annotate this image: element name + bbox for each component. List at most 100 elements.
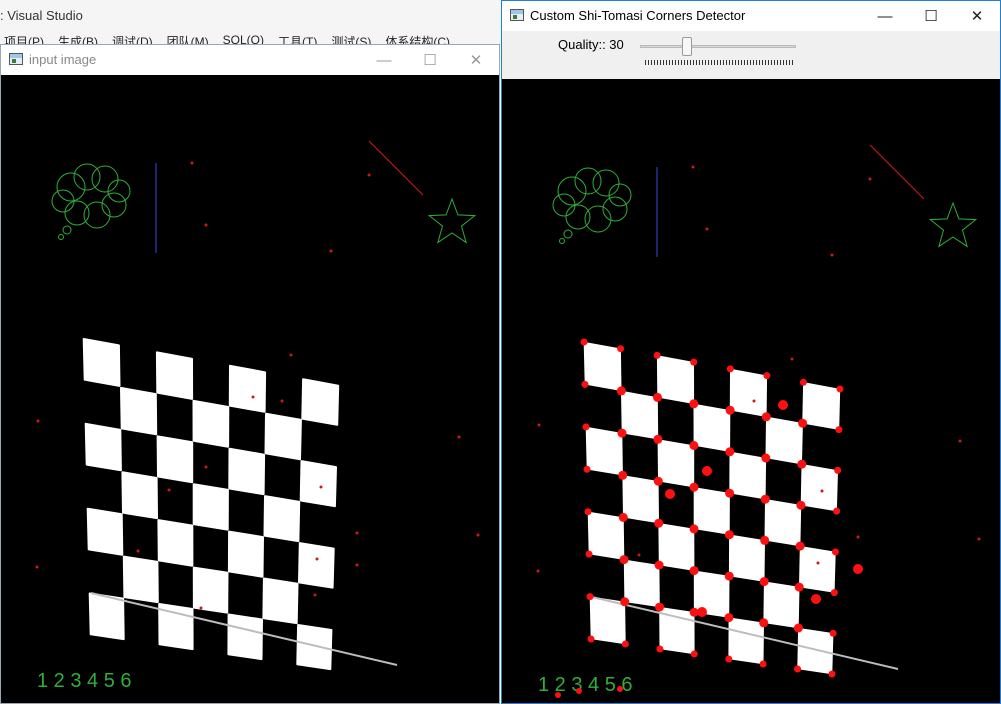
checker-square — [658, 523, 695, 571]
corner-marker — [724, 571, 734, 581]
maximize-icon[interactable]: ☐ — [908, 1, 954, 31]
checker-square — [764, 499, 802, 547]
board-noise-dot — [752, 399, 756, 403]
corners-detector-titlebar[interactable]: Custom Shi-Tomasi Corners Detector — ☐ ✕ — [502, 1, 1000, 31]
corner-marker — [617, 428, 627, 438]
star-shape — [427, 197, 477, 244]
cloud-lobe — [565, 204, 591, 230]
close-icon[interactable]: ✕ — [453, 45, 499, 75]
checkerboard — [82, 338, 340, 671]
noise-dot — [457, 435, 461, 439]
corner-marker — [725, 405, 735, 415]
noise-dot — [705, 227, 709, 231]
corner-marker — [618, 470, 628, 480]
checker-square — [228, 447, 266, 496]
corner-marker — [689, 441, 699, 450]
cloud-lobe — [557, 176, 587, 206]
checker-square — [728, 617, 764, 665]
scene: 1 2 3 4 5 6 A B C D E — [35, 140, 480, 704]
cloud-bubble — [62, 225, 72, 235]
maximize-icon[interactable]: ☐ — [407, 45, 453, 75]
close-icon[interactable]: ✕ — [954, 1, 1000, 31]
corner-marker — [654, 560, 664, 570]
corner-marker — [617, 345, 625, 353]
noise-dot — [958, 439, 962, 443]
cloud-shape — [51, 163, 131, 240]
corner-marker — [833, 507, 841, 515]
corner-marker — [759, 660, 767, 668]
checker-square — [693, 487, 730, 535]
window-title: Custom Shi-Tomasi Corners Detector — [530, 8, 746, 23]
minimize-icon[interactable]: — — [361, 45, 407, 75]
red-line — [869, 144, 925, 200]
board-noise-dot — [313, 593, 317, 597]
corner-marker — [621, 640, 629, 648]
corner-marker — [689, 566, 699, 576]
quality-slider-track[interactable] — [640, 45, 796, 48]
corner-marker — [724, 530, 734, 540]
detector-image-render: 1 2 3 4 5 6A B C D E — [536, 144, 981, 698]
corner-marker — [619, 555, 629, 565]
checker-square — [656, 355, 695, 404]
corner-marker-large — [697, 607, 707, 617]
noise-dot — [35, 565, 39, 569]
noise-dot — [190, 161, 194, 165]
corner-marker — [724, 613, 734, 623]
board-noise-dot — [251, 395, 255, 399]
noise-dot — [36, 419, 40, 423]
digits-text: 1 2 3 4 5 6 — [37, 670, 132, 692]
checker-square — [693, 403, 731, 452]
corner-marker — [834, 466, 842, 474]
corner-marker — [616, 386, 626, 396]
board-noise-dot — [204, 465, 208, 469]
corner-marker — [584, 508, 592, 516]
corner-marker-large — [853, 564, 863, 574]
checker-square — [729, 451, 767, 500]
checker-square — [84, 422, 122, 472]
checker-square — [157, 519, 194, 567]
window-title: input image — [29, 52, 97, 67]
board-noise-dot — [637, 553, 641, 557]
board-noise-dot — [199, 606, 203, 610]
noise-dot — [977, 537, 981, 541]
board-noise-dot — [280, 399, 284, 403]
noise-dot — [691, 165, 695, 169]
checker-square — [228, 364, 267, 413]
corner-marker — [799, 378, 807, 386]
noise-dot — [367, 173, 371, 177]
cloud-lobe — [56, 172, 86, 202]
corner-marker — [726, 365, 734, 373]
quality-label: Quality:: 30 — [558, 37, 624, 52]
checker-square — [192, 566, 229, 614]
checker-square — [121, 471, 158, 520]
checker-square — [657, 439, 695, 488]
board-noise-dot — [355, 531, 359, 535]
checker-square — [301, 378, 340, 426]
corner-marker — [618, 512, 628, 522]
cloud-shape — [552, 167, 632, 244]
cloud-lobe — [73, 163, 101, 191]
quality-slider-thumb[interactable] — [681, 37, 692, 56]
corner-marker — [798, 418, 808, 428]
corner-marker — [653, 392, 662, 402]
noise-dot — [537, 423, 541, 427]
cloud-lobe — [608, 183, 632, 207]
cloud-lobe — [574, 167, 602, 195]
board-noise-dot — [790, 357, 794, 361]
checker-square — [299, 460, 337, 508]
checker-square — [227, 530, 264, 578]
corner-marker — [585, 550, 593, 558]
corners-detector-window: Custom Shi-Tomasi Corners Detector — ☐ ✕… — [501, 0, 1001, 704]
input-image-titlebar[interactable]: input image — ☐ ✕ — [1, 45, 499, 75]
minimize-icon[interactable]: — — [862, 1, 908, 31]
noise-dot — [329, 249, 333, 253]
checker-square — [192, 399, 230, 448]
corner-marker — [761, 453, 771, 463]
corner-marker — [797, 459, 807, 469]
noise-dot — [536, 569, 540, 573]
checker-square — [587, 511, 625, 560]
checker-square — [763, 581, 800, 629]
corner-marker — [794, 582, 804, 592]
corner-marker — [587, 635, 595, 643]
checker-square — [262, 577, 299, 625]
